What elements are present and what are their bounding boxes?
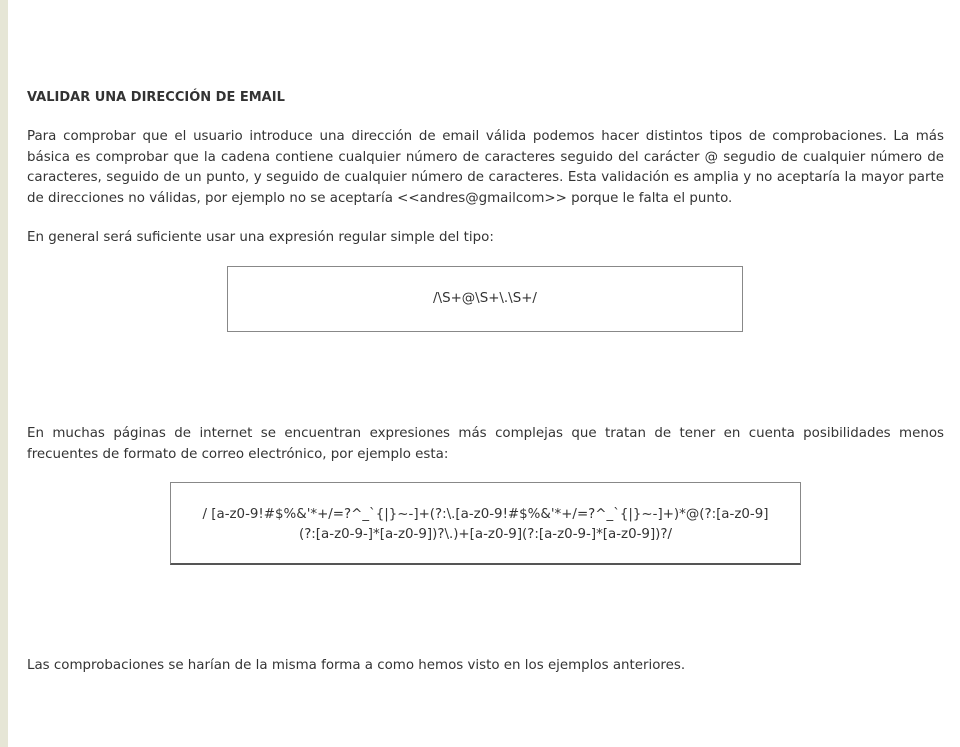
code-box-simple-regex: /\S+@\S+\.\S+/ [227,266,743,332]
left-sidebar-strip [0,0,8,747]
article-title: VALIDAR UNA DIRECCIÓN DE EMAIL [27,90,285,105]
paragraph-intro: Para comprobar que el usuario introduce … [27,129,944,206]
paragraph-complex-regex: En muchas páginas de internet se encuent… [27,426,944,462]
code-box-complex-regex: / [a-z0-9!#$%&'*+/=?^_`{|}~-]+(?:\.[a-z0… [170,482,801,565]
paragraph-simple-regex: En general será suficiente usar una expr… [27,230,494,245]
code-complex-regex-line-2: (?:[a-z0-9-]*[a-z0-9])?\.)+[a-z0-9](?:[a… [298,527,673,542]
paragraph-conclusion: Las comprobaciones se harían de la misma… [27,658,686,673]
code-simple-regex: /\S+@\S+\.\S+/ [433,291,537,306]
code-complex-regex-line-1: / [a-z0-9!#$%&'*+/=?^_`{|}~-]+(?:\.[a-z0… [202,507,769,522]
